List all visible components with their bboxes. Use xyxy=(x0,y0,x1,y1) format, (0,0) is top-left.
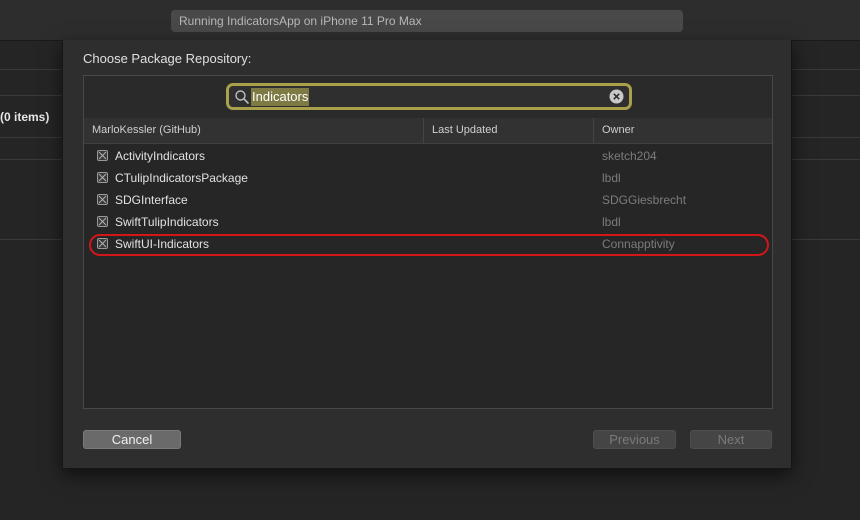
magnifying-glass-icon xyxy=(235,90,249,104)
column-header-last-updated[interactable]: Last Updated xyxy=(423,118,593,143)
repository-owner: lbdl xyxy=(602,171,621,185)
repository-name: SDGInterface xyxy=(115,193,188,207)
repository-name: SwiftUI-Indicators xyxy=(115,237,210,251)
items-count-label: (0 items) xyxy=(0,110,50,124)
repository-owner: Connapptivity xyxy=(602,237,675,251)
repository-list: Indicators MarloKessler (GitHub) Last Up… xyxy=(83,75,773,409)
package-icon xyxy=(97,238,108,249)
repository-owner: SDGGiesbrecht xyxy=(602,193,687,207)
table-row[interactable]: SwiftTulipIndicators lbdl xyxy=(84,212,772,234)
table-header: MarloKessler (GitHub) Last Updated Owner xyxy=(84,118,772,144)
repository-name: ActivityIndicators xyxy=(115,149,206,163)
table-row[interactable]: SDGInterface SDGGiesbrecht xyxy=(84,190,772,212)
sheet-title: Choose Package Repository: xyxy=(83,51,252,66)
package-icon xyxy=(97,150,108,161)
repository-name: SwiftTulipIndicators xyxy=(115,215,219,229)
search-input[interactable]: Indicators xyxy=(226,83,632,110)
xcode-toolbar: Running IndicatorsApp on iPhone 11 Pro M… xyxy=(0,0,860,41)
package-icon xyxy=(97,216,108,227)
table-row[interactable]: ActivityIndicators sketch204 xyxy=(84,146,772,168)
repository-owner: lbdl xyxy=(602,215,621,229)
cancel-button[interactable]: Cancel xyxy=(83,430,181,449)
activity-status: Running IndicatorsApp on iPhone 11 Pro M… xyxy=(171,10,683,32)
table-row[interactable]: CTulipIndicatorsPackage lbdl xyxy=(84,168,772,190)
package-icon xyxy=(97,172,108,183)
column-header-account[interactable]: MarloKessler (GitHub) xyxy=(84,118,423,143)
column-header-owner[interactable]: Owner xyxy=(593,118,772,143)
search-area: Indicators xyxy=(84,76,772,118)
previous-button[interactable]: Previous xyxy=(593,430,676,449)
next-button[interactable]: Next xyxy=(690,430,772,449)
package-icon xyxy=(97,194,108,205)
repository-rows: ActivityIndicators sketch204 CTulipIndic… xyxy=(84,146,772,256)
table-row[interactable]: SwiftUI-Indicators Connapptivity xyxy=(84,234,772,256)
choose-package-sheet: Choose Package Repository: Indicators Ma… xyxy=(62,40,792,469)
search-value[interactable]: Indicators xyxy=(251,88,310,106)
repository-name: CTulipIndicatorsPackage xyxy=(115,171,248,185)
repository-owner: sketch204 xyxy=(602,149,657,163)
clear-x-icon[interactable] xyxy=(609,89,624,104)
